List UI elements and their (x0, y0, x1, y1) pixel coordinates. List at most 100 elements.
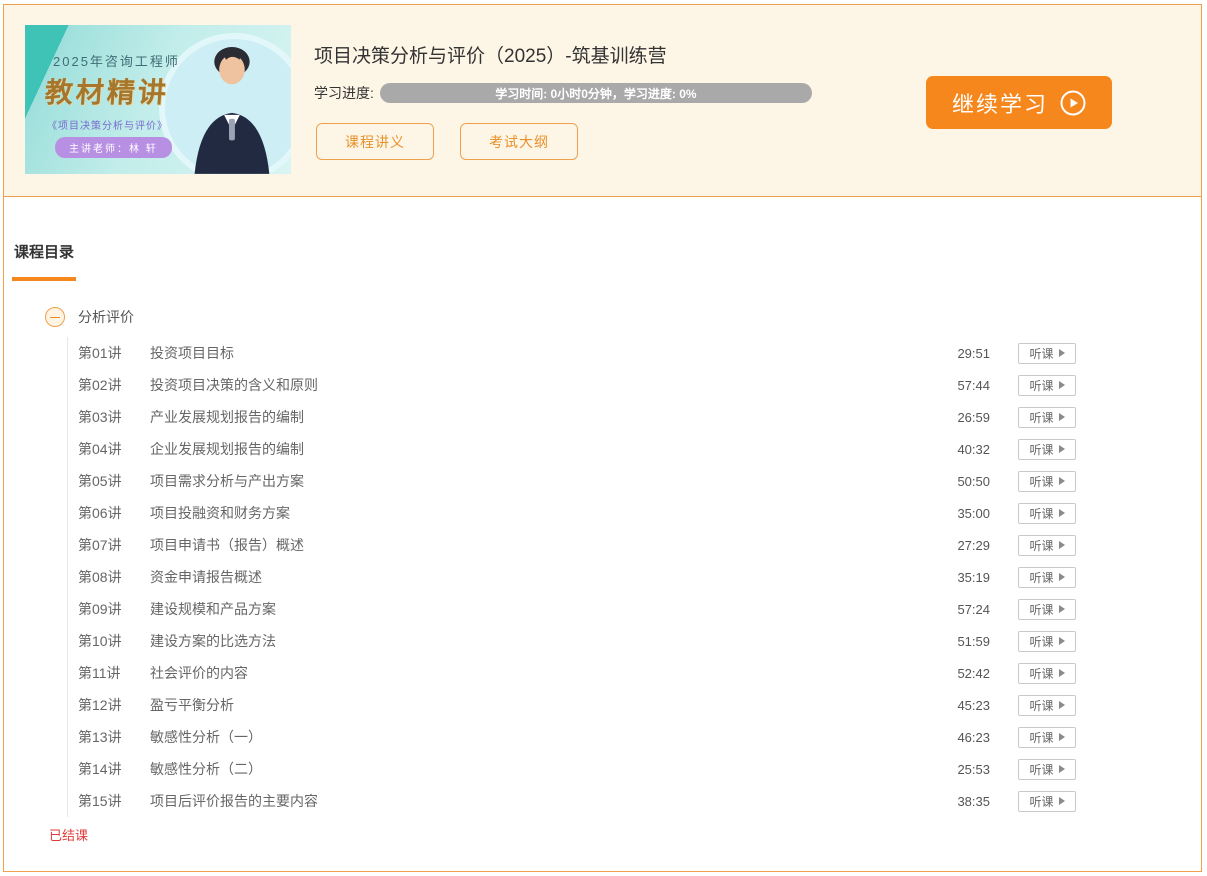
play-triangle-icon (1058, 381, 1065, 389)
lecture-duration: 35:00 (957, 505, 990, 521)
course-ended-status: 已结课 (49, 828, 89, 843)
progress-row: 学习进度: 学习时间: 0小时0分钟，学习进度: 0% (314, 83, 812, 103)
lecture-number: 第04讲 (78, 441, 122, 457)
lecture-number: 第06讲 (78, 505, 122, 521)
chapter-section-header: 分析评价 (45, 307, 134, 327)
lecture-number: 第15讲 (78, 793, 122, 809)
lecture-number: 第12讲 (78, 697, 122, 713)
course-title: 项目决策分析与评价（2025）-筑基训练营 (314, 46, 667, 67)
listen-button[interactable]: 听课 (1018, 630, 1076, 652)
play-triangle-icon (1058, 477, 1065, 485)
listen-button[interactable]: 听课 (1018, 374, 1076, 396)
lecture-row: 第06讲 项目投融资和财务方案 35:00 听课 (68, 497, 1076, 529)
listen-button[interactable]: 听课 (1018, 566, 1076, 588)
thumbnail-teacher-badge: 主讲老师：林 轩 (55, 137, 172, 158)
listen-button[interactable]: 听课 (1018, 342, 1076, 364)
lecture-number: 第01讲 (78, 345, 122, 361)
listen-button-label: 听课 (1029, 474, 1054, 489)
course-thumbnail[interactable]: 2025年咨询工程师 教材精讲 《项目决策分析与评价》 主讲老师：林 轩 (25, 25, 291, 174)
lecture-number: 第13讲 (78, 729, 122, 745)
listen-button[interactable]: 听课 (1018, 598, 1076, 620)
listen-button[interactable]: 听课 (1018, 406, 1076, 428)
listen-button-label: 听课 (1029, 538, 1054, 553)
listen-button-label: 听课 (1029, 602, 1054, 617)
lecture-number: 第09讲 (78, 601, 122, 617)
thumbnail-main-title: 教材精讲 (43, 77, 170, 108)
play-triangle-icon (1058, 733, 1065, 741)
lecture-row: 第11讲 社会评价的内容 52:42 听课 (68, 657, 1076, 689)
course-content: 课程目录 分析评价 第01讲 投资项目目标 29:51 听课 第02讲 投资项目… (4, 197, 1201, 871)
handout-button[interactable]: 课程讲义 (316, 123, 434, 160)
lecture-list: 第01讲 投资项目目标 29:51 听课 第02讲 投资项目决策的含义和原则 5… (67, 337, 1076, 817)
lecture-duration: 26:59 (957, 409, 990, 425)
lecture-title: 建设规模和产品方案 (150, 601, 276, 617)
lecture-duration: 40:32 (957, 441, 990, 457)
progress-label: 学习进度: (314, 85, 374, 101)
lecture-title: 产业发展规划报告的编制 (150, 409, 304, 425)
lecture-row: 第13讲 敏感性分析（一） 46:23 听课 (68, 721, 1076, 753)
play-triangle-icon (1058, 573, 1065, 581)
lecture-duration: 27:29 (957, 537, 990, 553)
lecture-duration: 45:23 (957, 697, 990, 713)
play-triangle-icon (1058, 637, 1065, 645)
lecture-title: 投资项目决策的含义和原则 (150, 377, 318, 393)
play-triangle-icon (1058, 349, 1065, 357)
lecture-number: 第02讲 (78, 377, 122, 393)
listen-button[interactable]: 听课 (1018, 470, 1076, 492)
collapse-minus-icon[interactable] (45, 307, 65, 327)
progress-bar: 学习时间: 0小时0分钟，学习进度: 0% (379, 83, 812, 103)
listen-button-label: 听课 (1029, 410, 1054, 425)
play-triangle-icon (1058, 541, 1065, 549)
lecture-row: 第05讲 项目需求分析与产出方案 50:50 听课 (68, 465, 1076, 497)
lecture-title: 企业发展规划报告的编制 (150, 441, 304, 457)
lecture-title: 项目投融资和财务方案 (150, 505, 290, 521)
continue-learning-label: 继续学习 (951, 91, 1048, 117)
lecture-title: 投资项目目标 (150, 345, 234, 361)
lecture-row: 第10讲 建设方案的比选方法 51:59 听课 (68, 625, 1076, 657)
listen-button[interactable]: 听课 (1018, 502, 1076, 524)
listen-button-label: 听课 (1029, 634, 1054, 649)
progress-text: 学习时间: 0小时0分钟，学习进度: 0% (495, 86, 697, 101)
lecture-title: 盈亏平衡分析 (150, 697, 234, 713)
lecture-duration: 38:35 (957, 793, 990, 809)
listen-button-label: 听课 (1029, 346, 1054, 361)
listen-button-label: 听课 (1029, 378, 1054, 393)
lecture-row: 第02讲 投资项目决策的含义和原则 57:44 听课 (68, 369, 1076, 401)
teacher-photo (194, 46, 270, 174)
lecture-title: 资金申请报告概述 (150, 569, 262, 585)
lecture-title: 项目需求分析与产出方案 (150, 473, 304, 489)
thumbnail-year-text: 2025年咨询工程师 (53, 54, 180, 69)
lecture-duration: 51:59 (957, 633, 990, 649)
listen-button[interactable]: 听课 (1018, 534, 1076, 556)
lecture-duration: 52:42 (957, 665, 990, 681)
listen-button[interactable]: 听课 (1018, 438, 1076, 460)
lecture-number: 第08讲 (78, 569, 122, 585)
listen-button[interactable]: 听课 (1018, 790, 1076, 812)
listen-button[interactable]: 听课 (1018, 694, 1076, 716)
play-triangle-icon (1058, 669, 1065, 677)
listen-button[interactable]: 听课 (1018, 758, 1076, 780)
listen-button-label: 听课 (1029, 698, 1054, 713)
lecture-duration: 35:19 (957, 569, 990, 585)
listen-button-label: 听课 (1029, 442, 1054, 457)
listen-button[interactable]: 听课 (1018, 726, 1076, 748)
lecture-title: 敏感性分析（二） (150, 761, 262, 777)
tab-course-catalog[interactable]: 课程目录 (14, 241, 74, 262)
listen-button-label: 听课 (1029, 506, 1054, 521)
listen-button-label: 听课 (1029, 730, 1054, 745)
listen-button[interactable]: 听课 (1018, 662, 1076, 684)
play-triangle-icon (1058, 413, 1065, 421)
syllabus-button[interactable]: 考试大纲 (460, 123, 578, 160)
lecture-number: 第11讲 (78, 665, 121, 681)
lecture-row: 第14讲 敏感性分析（二） 25:53 听课 (68, 753, 1076, 785)
listen-button-label: 听课 (1029, 762, 1054, 777)
lecture-number: 第05讲 (78, 473, 122, 489)
continue-learning-button[interactable]: 继续学习 (926, 76, 1112, 129)
play-triangle-icon (1058, 509, 1065, 517)
lecture-number: 第10讲 (78, 633, 122, 649)
play-triangle-icon (1058, 797, 1065, 805)
lecture-title: 社会评价的内容 (150, 665, 248, 681)
lecture-row: 第08讲 资金申请报告概述 35:19 听课 (68, 561, 1076, 593)
lecture-duration: 46:23 (957, 729, 990, 745)
lecture-row: 第04讲 企业发展规划报告的编制 40:32 听课 (68, 433, 1076, 465)
